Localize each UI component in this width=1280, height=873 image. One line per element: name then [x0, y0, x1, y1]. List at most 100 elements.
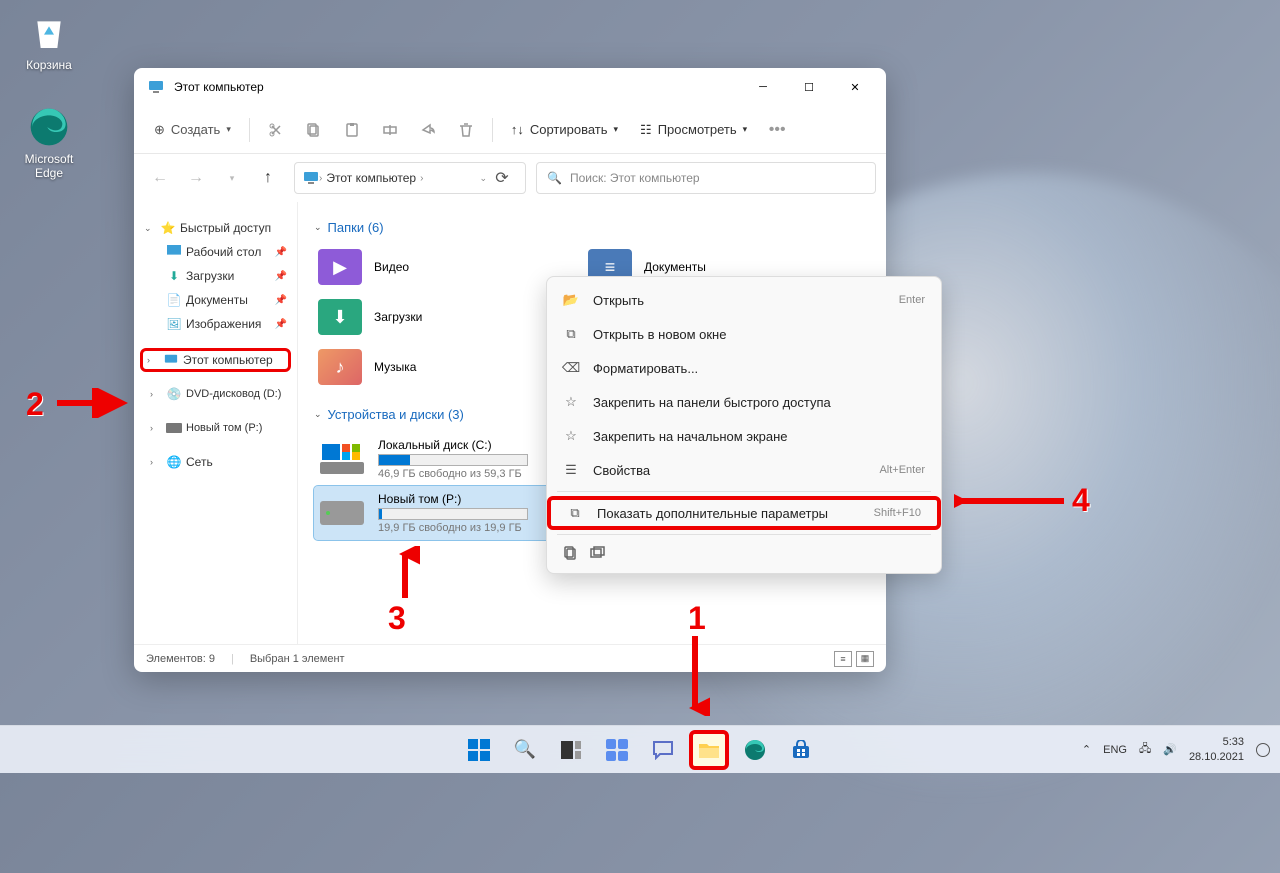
up-button[interactable]: ↑ — [252, 162, 284, 194]
tray-clock[interactable]: 5:33 28.10.2021 — [1189, 735, 1244, 764]
download-icon: ⬇ — [166, 268, 182, 284]
status-count: Элементов: 9 — [146, 653, 215, 665]
navbar: ← → ▾ ↑ › Этот компьютер › ⌄ ⟳ 🔍 Поиск: … — [134, 154, 886, 202]
sidebar-quick-access[interactable]: ⌄⭐Быстрый доступ — [140, 216, 291, 240]
sidebar-this-pc[interactable]: ›Этот компьютер — [140, 348, 291, 372]
tray-volume-icon[interactable]: 🔊 — [1163, 743, 1177, 756]
search-button[interactable]: 🔍 — [505, 730, 545, 770]
task-view-button[interactable] — [551, 730, 591, 770]
paste-button[interactable] — [334, 112, 370, 148]
refresh-button[interactable]: ⟳ — [487, 168, 517, 188]
view-icon: ☷ — [640, 122, 652, 138]
folders-group-header[interactable]: ⌄Папки (6) — [314, 220, 870, 235]
ctx-open[interactable]: 📂ОткрытьEnter — [547, 283, 941, 317]
folder-downloads[interactable]: ⬇Загрузки — [314, 295, 554, 339]
start-button[interactable] — [459, 730, 499, 770]
widgets-button[interactable] — [597, 730, 637, 770]
sidebar-documents[interactable]: 📄Документы📌 — [140, 288, 291, 312]
tray-notifications-icon[interactable] — [1256, 743, 1270, 757]
desktop-icon-label: Microsoft Edge — [14, 152, 84, 180]
close-button[interactable]: ✕ — [832, 71, 878, 103]
pin-icon: 📌 — [275, 271, 287, 282]
search-icon: 🔍 — [547, 171, 562, 185]
desktop-icon-edge[interactable]: Microsoft Edge — [14, 106, 84, 180]
ctx-properties[interactable]: ☰СвойстваAlt+Enter — [547, 453, 941, 487]
ctx-open-new-window[interactable]: ⧉Открыть в новом окне — [547, 317, 941, 351]
drive-icon — [318, 441, 366, 477]
this-pc-icon — [148, 79, 164, 95]
ctx-pin-quick-access[interactable]: ☆Закрепить на панели быстрого доступа — [547, 385, 941, 419]
back-button[interactable]: ← — [144, 162, 176, 194]
tray-chevron-up-icon[interactable]: ⌃ — [1082, 743, 1091, 756]
annotation-number: 2 — [26, 386, 44, 422]
chevron-down-icon[interactable]: ▾ — [216, 162, 248, 194]
sidebar-desktop[interactable]: Рабочий стол📌 — [140, 240, 291, 264]
copy-icon[interactable] — [563, 545, 579, 561]
breadcrumb[interactable]: Этот компьютер — [322, 171, 420, 185]
icons-view-button[interactable]: ▦ — [856, 651, 874, 667]
share-button[interactable] — [410, 112, 446, 148]
titlebar: Этот компьютер ─ ☐ ✕ — [134, 68, 886, 106]
minimize-button[interactable]: ─ — [740, 71, 786, 103]
window-title: Этот компьютер — [174, 80, 740, 94]
this-pc-icon — [303, 170, 319, 186]
store-button[interactable] — [781, 730, 821, 770]
drive-p[interactable]: Новый том (P:) 19,9 ГБ свободно из 19,9 … — [314, 486, 554, 540]
cut-button[interactable] — [258, 112, 294, 148]
chat-button[interactable] — [643, 730, 683, 770]
view-button[interactable]: ☷ Просмотреть ▾ — [630, 116, 757, 144]
folder-videos[interactable]: ▶Видео — [314, 245, 554, 289]
ctx-pin-start[interactable]: ☆Закрепить на начальном экране — [547, 419, 941, 453]
delete-button[interactable] — [448, 112, 484, 148]
sidebar-dvd[interactable]: ›💿DVD-дисковод (D:) — [140, 382, 291, 406]
chevron-down-icon: ▾ — [614, 124, 619, 135]
recycle-bin-icon — [28, 12, 70, 54]
drive-c[interactable]: Локальный диск (C:) 46,9 ГБ свободно из … — [314, 432, 554, 486]
tray-language[interactable]: ENG — [1103, 744, 1127, 756]
sidebar-downloads[interactable]: ⬇Загрузки📌 — [140, 264, 291, 288]
folder-open-icon: 📂 — [563, 292, 579, 308]
copy-button[interactable] — [296, 112, 332, 148]
navigation-sidebar: ⌄⭐Быстрый доступ Рабочий стол📌 ⬇Загрузки… — [134, 202, 298, 644]
properties-icon: ☰ — [563, 462, 579, 478]
address-bar[interactable]: › Этот компьютер › ⌄ ⟳ — [294, 162, 526, 194]
desktop-icon-recycle[interactable]: Корзина — [14, 12, 84, 72]
sidebar-volume[interactable]: ›Новый том (P:) — [140, 416, 291, 440]
tray-network-icon[interactable]: 🖧 — [1139, 740, 1151, 759]
more-options-icon: ⧉ — [567, 505, 583, 521]
status-selected: Выбран 1 элемент — [250, 653, 345, 665]
pin-icon: 📌 — [275, 295, 287, 306]
disc-icon: 💿 — [166, 386, 182, 402]
sort-button[interactable]: ↑↓ Сортировать ▾ — [501, 116, 628, 143]
context-menu: 📂ОткрытьEnter ⧉Открыть в новом окне ⌫Фор… — [546, 276, 942, 574]
sort-icon: ↑↓ — [511, 122, 524, 137]
create-button[interactable]: ⊕ Создать ▾ — [144, 118, 241, 142]
sidebar-pictures[interactable]: 🖼Изображения📌 — [140, 312, 291, 336]
pin-icon: 📌 — [275, 319, 287, 330]
video-icon: ▶ — [318, 249, 362, 285]
download-icon: ⬇ — [318, 299, 362, 335]
forward-button[interactable]: → — [180, 162, 212, 194]
plus-icon: ⊕ — [154, 122, 165, 138]
toolbar: ⊕ Создать ▾ ↑↓ Сортировать ▾ ☷ Просмотре… — [134, 106, 886, 154]
search-input[interactable]: 🔍 Поиск: Этот компьютер — [536, 162, 876, 194]
more-button[interactable]: ••• — [759, 112, 795, 148]
file-explorer-button[interactable] — [689, 730, 729, 770]
pin-icon: 📌 — [275, 247, 287, 258]
rename-button[interactable] — [372, 112, 408, 148]
ctx-show-more-options[interactable]: ⧉Показать дополнительные параметрыShift+… — [547, 496, 941, 530]
ctx-format[interactable]: ⌫Форматировать... — [547, 351, 941, 385]
window-new-icon: ⧉ — [563, 326, 579, 342]
folder-music[interactable]: ♪Музыка — [314, 345, 554, 389]
edge-button[interactable] — [735, 730, 775, 770]
status-bar: Элементов: 9 | Выбран 1 элемент ≡ ▦ — [134, 644, 886, 672]
music-icon: ♪ — [318, 349, 362, 385]
chevron-down-icon[interactable]: ⌄ — [479, 173, 487, 184]
desktop-icon — [166, 244, 182, 260]
sidebar-network[interactable]: ›🌐Сеть — [140, 450, 291, 474]
maximize-button[interactable]: ☐ — [786, 71, 832, 103]
star-icon: ⭐ — [160, 220, 176, 236]
details-view-button[interactable]: ≡ — [834, 651, 852, 667]
this-pc-icon — [163, 352, 179, 368]
new-window-icon[interactable] — [589, 545, 605, 561]
